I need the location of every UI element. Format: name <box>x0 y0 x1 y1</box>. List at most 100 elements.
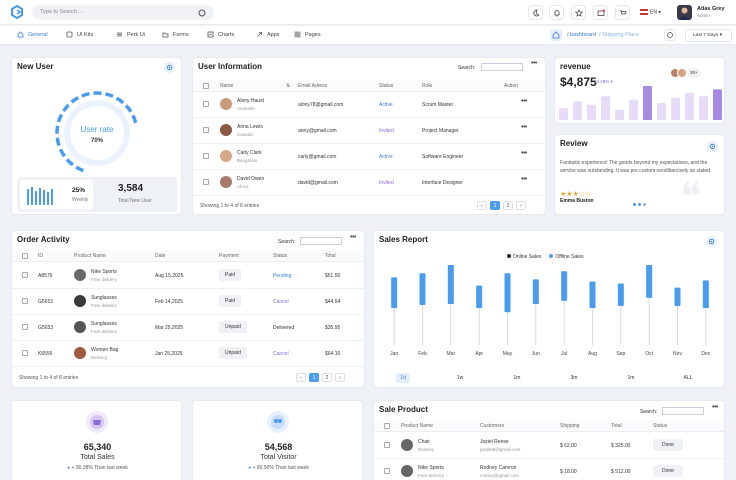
sales-bar[interactable] <box>476 285 483 309</box>
table-row[interactable]: K6556 Women Bag Delivery Jan 25,2025 Unpaid C… <box>12 341 364 367</box>
order-search-input[interactable] <box>300 237 342 245</box>
sales-bar[interactable] <box>646 265 653 298</box>
column-header[interactable]: ID <box>38 253 43 259</box>
product-search-input[interactable] <box>662 407 704 415</box>
breadcrumb-parent[interactable]: / bashboard <box>567 32 596 38</box>
carousel-dots[interactable] <box>633 203 646 206</box>
row-checkbox[interactable] <box>22 324 28 330</box>
sales-bar[interactable] <box>561 271 568 301</box>
table-row[interactable]: Alony Haust Australia alony78@gmail.com Act… <box>193 92 545 118</box>
sales-bar[interactable] <box>447 265 454 304</box>
range-option[interactable]: 1w <box>453 373 467 383</box>
row-actions-icon[interactable]: ••• <box>521 176 527 183</box>
date-range-button[interactable]: Last 7 Days ▾ <box>685 29 732 42</box>
search-input[interactable]: Type to Search ... <box>32 5 214 20</box>
select-all-checkbox[interactable] <box>384 423 390 429</box>
refresh-button[interactable] <box>664 29 676 41</box>
nav-item-apps[interactable]: Apps <box>256 31 280 38</box>
row-checkbox[interactable] <box>384 442 390 448</box>
nav-item-pages[interactable]: Pages <box>294 31 321 38</box>
range-option[interactable]: 1m <box>624 373 638 383</box>
nav-item-ui-kits[interactable]: UI Kits <box>66 31 93 38</box>
row-actions-icon[interactable]: ••• <box>521 150 527 157</box>
column-header[interactable]: Status <box>379 83 393 89</box>
range-option[interactable]: 1m <box>510 373 524 383</box>
legend-online[interactable]: Online Sales <box>507 254 541 260</box>
column-header[interactable]: Product Name <box>401 423 433 429</box>
notification-button[interactable] <box>549 5 564 20</box>
next-page-button[interactable]: › <box>516 201 526 210</box>
sort-icon[interactable]: ⇅ <box>286 83 290 89</box>
settings-icon[interactable] <box>707 141 718 152</box>
avatar[interactable] <box>677 5 692 20</box>
column-header[interactable]: Shipping <box>560 423 579 429</box>
more-options-icon[interactable]: ••• <box>531 60 537 67</box>
table-row[interactable]: Anna Lewis Canada anny@gmail.com Invited Pro… <box>193 118 545 144</box>
next-page-button[interactable]: › <box>335 373 345 382</box>
row-checkbox[interactable] <box>203 101 209 107</box>
page-1-button[interactable]: 1 <box>490 201 500 210</box>
user-search-input[interactable] <box>481 63 523 71</box>
row-checkbox[interactable] <box>203 127 209 133</box>
row-checkbox[interactable] <box>22 298 28 304</box>
column-header[interactable]: Total <box>325 253 336 259</box>
more-options-icon[interactable]: ••• <box>712 404 718 411</box>
app-logo-icon[interactable] <box>10 5 24 19</box>
sales-bar[interactable] <box>532 279 539 304</box>
column-header[interactable]: Role <box>422 83 432 89</box>
sales-bar[interactable] <box>419 273 426 306</box>
nav-item-forms[interactable]: Forms <box>162 31 189 38</box>
sales-bar[interactable] <box>702 280 709 309</box>
search-icon[interactable] <box>198 9 206 17</box>
select-all-checkbox[interactable] <box>22 253 28 259</box>
table-row[interactable]: Carly Clark Bangalore carly@gmail.com Activ… <box>193 144 545 170</box>
row-checkbox[interactable] <box>22 272 28 278</box>
sales-bar[interactable] <box>589 281 596 309</box>
column-header[interactable]: Customers <box>480 423 504 429</box>
table-row[interactable]: Chair Delivery Joziel Reese jaziel68@gmail.… <box>374 433 724 459</box>
sales-bar[interactable] <box>391 277 398 309</box>
nav-item-general[interactable]: General <box>17 31 48 38</box>
table-row[interactable]: Nike Sports Free delivery Rodney Camron rod… <box>374 459 724 480</box>
prev-page-button[interactable]: ‹ <box>477 201 487 210</box>
dark-mode-button[interactable] <box>528 5 543 20</box>
sales-bar[interactable] <box>617 283 624 307</box>
sales-bar[interactable] <box>504 273 511 313</box>
settings-icon[interactable] <box>706 236 717 247</box>
row-actions-icon[interactable]: ••• <box>521 124 527 131</box>
select-all-checkbox[interactable] <box>203 83 209 89</box>
column-header[interactable]: Payment <box>219 253 239 259</box>
column-header[interactable]: Total <box>611 423 622 429</box>
row-checkbox[interactable] <box>203 153 209 159</box>
messages-button[interactable] <box>593 5 608 20</box>
column-header[interactable]: Status <box>653 423 667 429</box>
row-actions-icon[interactable]: ••• <box>521 98 527 105</box>
more-options-icon[interactable]: ••• <box>350 234 356 241</box>
column-header[interactable]: Status <box>273 253 287 259</box>
column-header[interactable]: Action <box>504 83 518 89</box>
cart-button[interactable] <box>615 5 630 20</box>
table-row[interactable]: G5653 Sunglasses Free delivery Feb 14,2025 P… <box>12 289 364 315</box>
row-checkbox[interactable] <box>384 468 390 474</box>
page-2-button[interactable]: 2 <box>503 201 513 210</box>
breadcrumb-home-icon[interactable] <box>550 29 562 41</box>
column-header[interactable]: Product Name <box>74 253 106 259</box>
favorites-button[interactable] <box>571 5 586 20</box>
settings-icon[interactable] <box>164 62 175 73</box>
sales-bar[interactable] <box>674 287 681 307</box>
row-checkbox[interactable] <box>203 179 209 185</box>
range-option[interactable]: ALL <box>681 373 695 383</box>
table-row[interactable]: David Owen Africa david@gmail.com Invited In… <box>193 170 545 196</box>
column-header[interactable]: Date <box>155 253 166 259</box>
table-row[interactable]: A8576 Nike Sports Free delivery Aug 15,2025… <box>12 263 364 289</box>
nav-item-charts[interactable]: Charts <box>207 31 234 38</box>
range-option[interactable]: 1d <box>396 373 410 383</box>
table-row[interactable]: G5653 Sunglasses Free delivery Mar 25,2025 U… <box>12 315 364 341</box>
row-checkbox[interactable] <box>22 350 28 356</box>
range-option[interactable]: 3m <box>567 373 581 383</box>
prev-page-button[interactable]: ‹ <box>296 373 306 382</box>
page-2-button[interactable]: 2 <box>322 373 332 382</box>
column-header[interactable]: Name <box>220 83 233 89</box>
language-selector[interactable]: EN ▾ <box>640 9 661 15</box>
legend-offline[interactable]: Offline Sales <box>549 254 584 260</box>
